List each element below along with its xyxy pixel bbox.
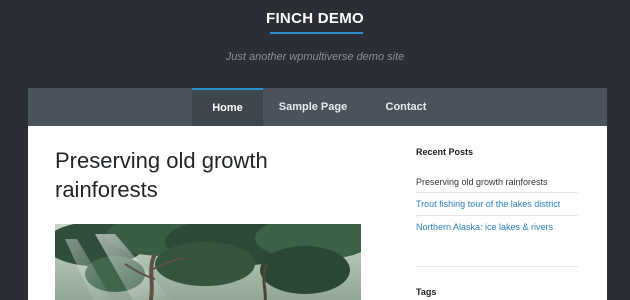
content-area: Preserving old growth rainforests Recent… [28, 126, 607, 300]
recent-posts-heading: Recent Posts [416, 147, 474, 157]
site-tagline: Just another wpmultiverse demo site [225, 51, 405, 63]
site-header: FINCH DEMO Just another wpmultiverse dem… [0, 0, 630, 88]
nav-item-home[interactable]: Home [192, 88, 263, 126]
site-title[interactable]: FINCH DEMO [0, 10, 630, 27]
tags-heading: Tags [416, 287, 437, 297]
post-title[interactable]: Preserving old growth rainforests [55, 146, 355, 204]
title-underline [270, 32, 363, 34]
sidebar: Recent Posts Preserving old growth rainf… [416, 126, 581, 300]
widget-divider [416, 266, 578, 267]
divider [416, 215, 578, 216]
featured-image[interactable] [55, 224, 361, 300]
recent-post-link[interactable]: Preserving old growth rainforests [416, 177, 548, 187]
divider [416, 192, 578, 193]
recent-post-link[interactable]: Northern Alaska: ice lakes & rivers [416, 222, 553, 232]
nav-item-sample-page[interactable]: Sample Page [270, 88, 356, 126]
main-navigation: Home Sample Page Contact [28, 88, 607, 126]
forest-photo [55, 224, 361, 300]
recent-post-link[interactable]: Trout fishing tour of the lakes district [416, 199, 560, 209]
nav-item-contact[interactable]: Contact [374, 88, 438, 126]
